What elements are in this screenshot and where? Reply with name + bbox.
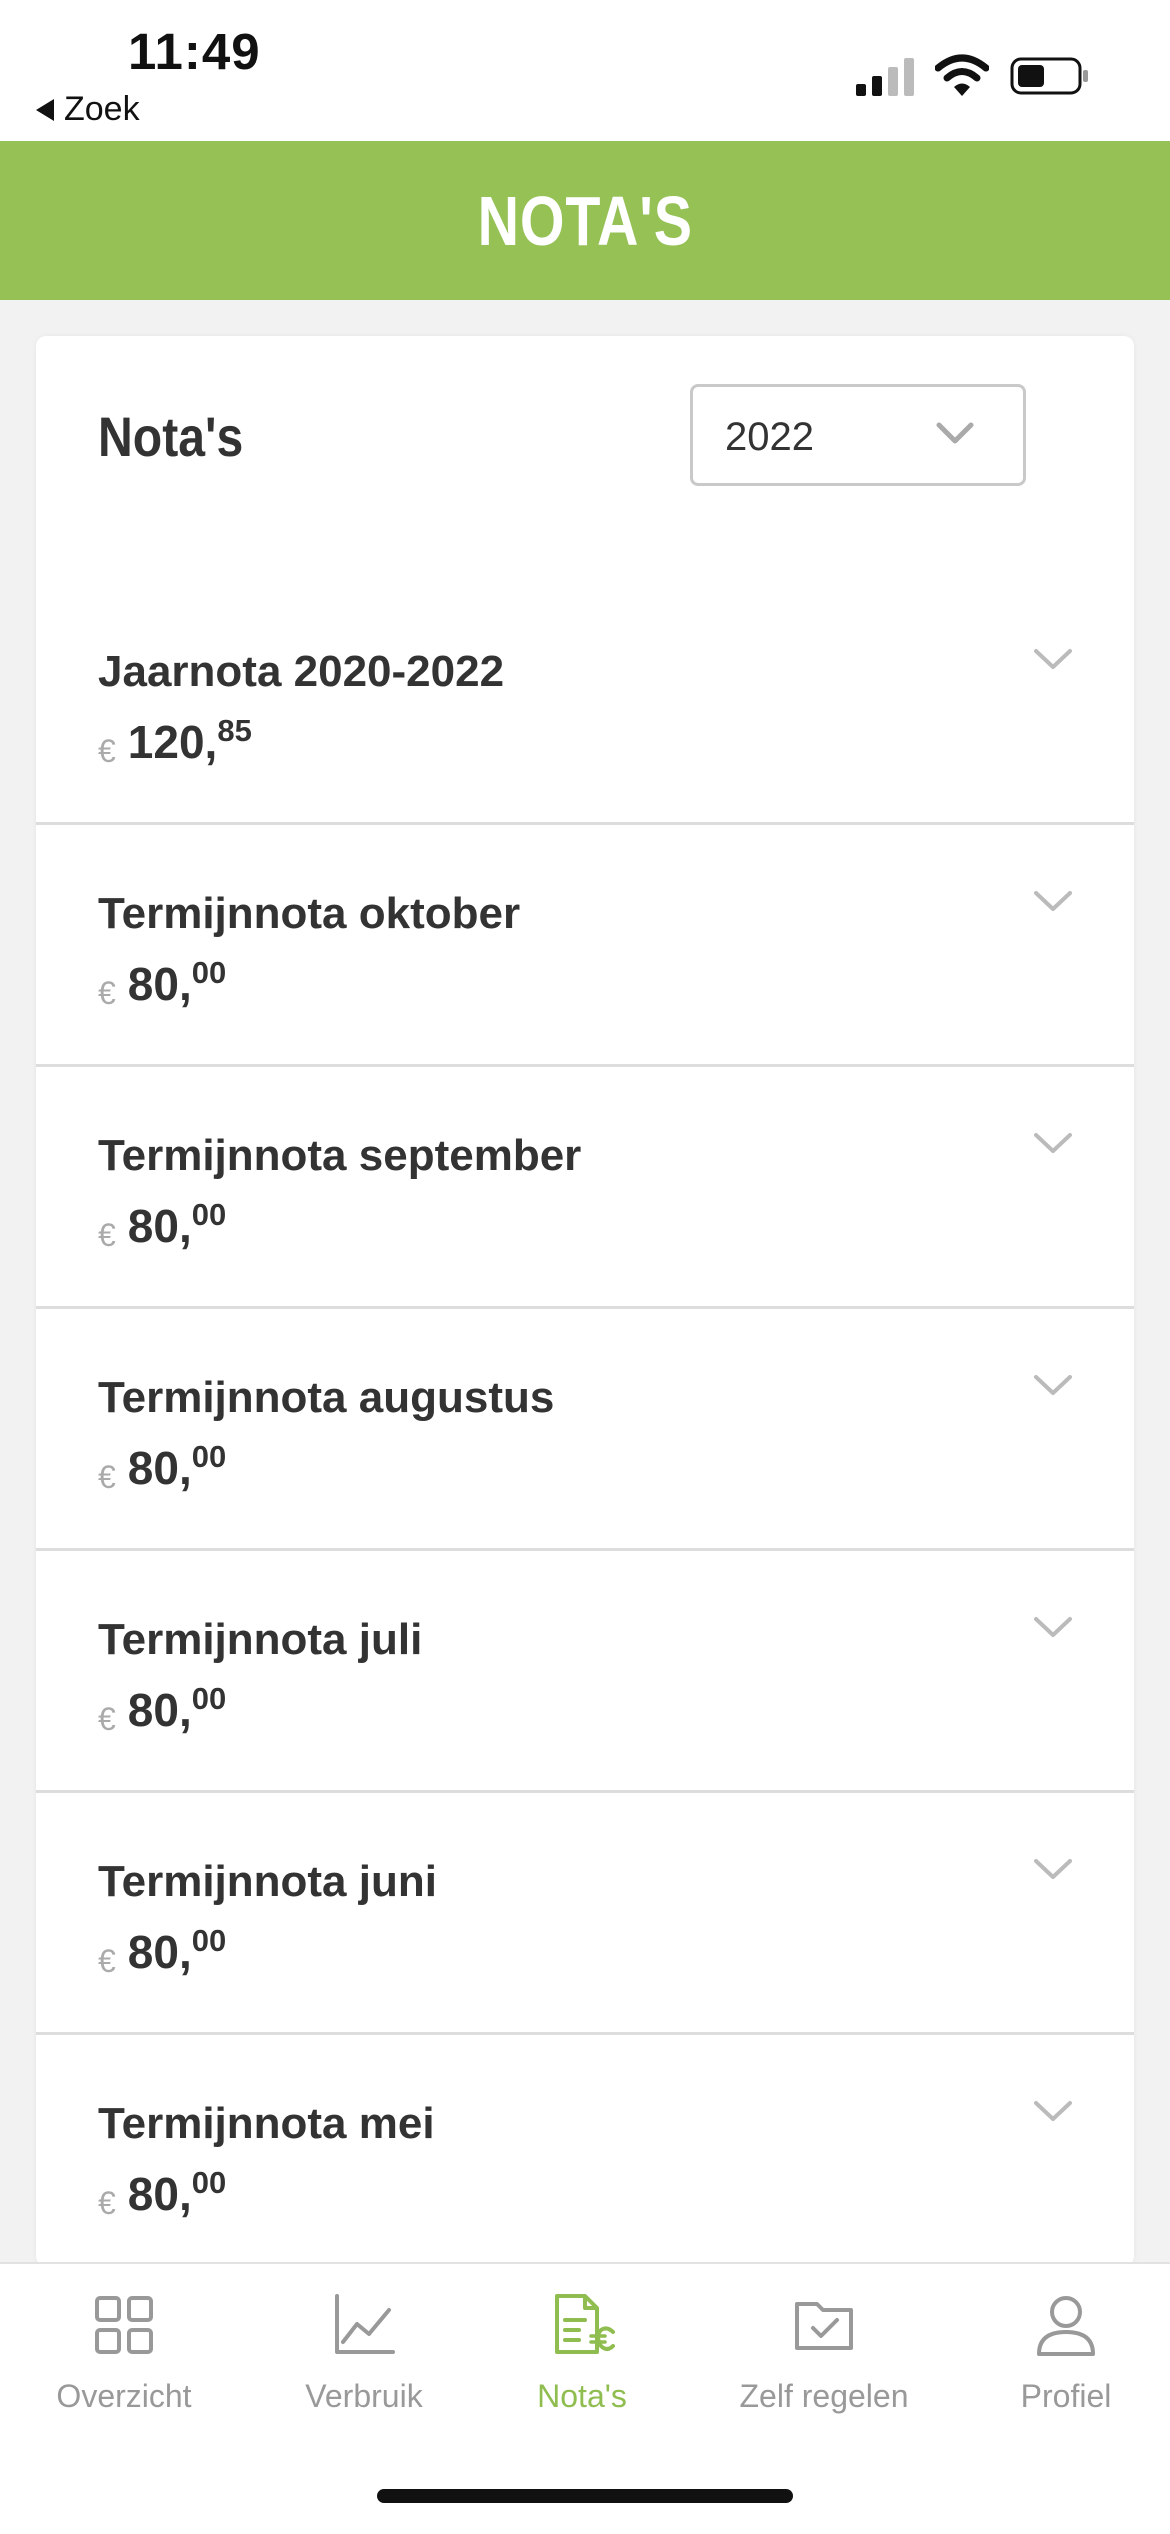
- amount-decimals: 00: [191, 2165, 227, 2200]
- currency-symbol: €: [98, 975, 116, 1011]
- amount-integer: 80,: [127, 1442, 192, 1494]
- wifi-icon: [935, 54, 989, 96]
- currency-symbol: €: [98, 2185, 116, 2221]
- chevron-down-icon: [1034, 1859, 1072, 1879]
- invoice-item[interactable]: Termijnnota september € 80, 00: [36, 1067, 1134, 1309]
- invoice-title: Termijnnota juni: [98, 1857, 437, 1906]
- status-time: 11:49: [128, 23, 261, 80]
- invoice-title: Termijnnota augustus: [98, 1373, 555, 1422]
- invoices-card: Nota's 2022 Jaarnota 2020-2022 € 120, 85…: [36, 336, 1134, 2266]
- nav-label: Zelf regelen: [739, 2378, 909, 2414]
- amount-integer: 80,: [127, 1926, 192, 1978]
- chevron-down-icon: [1034, 1133, 1072, 1153]
- app-header: NOTA'S: [0, 141, 1170, 300]
- nav-overzicht[interactable]: Overzicht: [42, 2264, 206, 2454]
- nav-notas[interactable]: Nota's: [500, 2264, 664, 2454]
- invoice-icon: [555, 2294, 615, 2354]
- nav-label: Nota's: [537, 2378, 627, 2414]
- invoice-item[interactable]: Termijnnota oktober € 80, 00: [36, 825, 1134, 1067]
- back-arrow-icon: [36, 98, 54, 121]
- page-title: NOTA'S: [477, 181, 693, 260]
- currency-symbol: €: [98, 1701, 116, 1737]
- chevron-down-icon: [1034, 891, 1072, 911]
- invoice-item[interactable]: Termijnnota augustus € 80, 00: [36, 1309, 1134, 1551]
- invoice-list: Jaarnota 2020-2022 € 120, 85 Termijnnota…: [36, 583, 1134, 2266]
- year-select[interactable]: 2022: [690, 384, 1026, 486]
- back-label: Zoek: [64, 90, 140, 128]
- amount-integer: 80,: [127, 1684, 192, 1736]
- invoice-item[interactable]: Termijnnota juni € 80, 00: [36, 1793, 1134, 2035]
- currency-symbol: €: [98, 733, 116, 769]
- amount-decimals: 00: [191, 1197, 227, 1232]
- chevron-down-icon: [1034, 1375, 1072, 1395]
- nav-label: Profiel: [1020, 2378, 1112, 2414]
- invoice-title: Termijnnota oktober: [98, 889, 521, 938]
- amount-decimals: 00: [191, 1681, 227, 1716]
- battery-icon: [1010, 57, 1088, 95]
- amount-integer: 80,: [127, 1200, 192, 1252]
- status-bar: 11:49 Zoek: [0, 0, 1170, 141]
- invoice-amount: € 120, 85: [98, 713, 252, 770]
- currency-symbol: €: [98, 1943, 116, 1979]
- invoice-title: Jaarnota 2020-2022: [98, 647, 505, 696]
- invoice-title: Termijnnota september: [98, 1131, 582, 1180]
- cellular-signal-icon: [856, 58, 914, 96]
- amount-decimals: 00: [191, 1439, 227, 1474]
- chart-icon: [335, 2294, 395, 2354]
- nav-verbruik[interactable]: Verbruik: [282, 2264, 446, 2454]
- currency-symbol: €: [98, 1217, 116, 1253]
- chevron-down-icon: [1034, 649, 1072, 669]
- invoice-title: Termijnnota mei: [98, 2099, 435, 2148]
- nav-zelf-regelen[interactable]: Zelf regelen: [720, 2264, 928, 2454]
- back-to-search-link[interactable]: Zoek: [36, 90, 140, 129]
- amount-decimals: 00: [191, 1923, 227, 1958]
- folder-check-icon: [795, 2302, 853, 2350]
- currency-symbol: €: [98, 1459, 116, 1495]
- invoice-amount: € 80, 00: [98, 1197, 227, 1254]
- nav-label: Overzicht: [56, 2378, 192, 2414]
- invoice-amount: € 80, 00: [98, 955, 227, 1012]
- amount-decimals: 85: [217, 713, 252, 748]
- chevron-down-icon: [1034, 2101, 1072, 2121]
- card-title: Nota's: [98, 405, 244, 468]
- user-icon: [1037, 2296, 1095, 2356]
- grid-icon: [95, 2296, 153, 2354]
- invoice-item[interactable]: Termijnnota juli € 80, 00: [36, 1551, 1134, 1793]
- invoice-title: Termijnnota juli: [98, 1615, 423, 1664]
- amount-integer: 80,: [127, 2168, 192, 2220]
- invoice-item[interactable]: Jaarnota 2020-2022 € 120, 85: [36, 583, 1134, 825]
- home-indicator[interactable]: [377, 2489, 793, 2503]
- invoice-item[interactable]: Termijnnota mei € 80, 00: [36, 2035, 1134, 2266]
- year-select-value: 2022: [725, 415, 814, 459]
- invoice-amount: € 80, 00: [98, 1681, 227, 1738]
- invoice-amount: € 80, 00: [98, 1923, 227, 1980]
- invoice-amount: € 80, 00: [98, 1439, 227, 1496]
- amount-integer: 120,: [127, 716, 218, 768]
- invoice-amount: € 80, 00: [98, 2165, 227, 2222]
- chevron-down-icon: [936, 422, 974, 444]
- nav-profiel[interactable]: Profiel: [984, 2264, 1148, 2454]
- amount-decimals: 00: [191, 955, 227, 990]
- chevron-down-icon: [1034, 1617, 1072, 1637]
- nav-label: Verbruik: [305, 2378, 423, 2414]
- amount-integer: 80,: [127, 958, 192, 1010]
